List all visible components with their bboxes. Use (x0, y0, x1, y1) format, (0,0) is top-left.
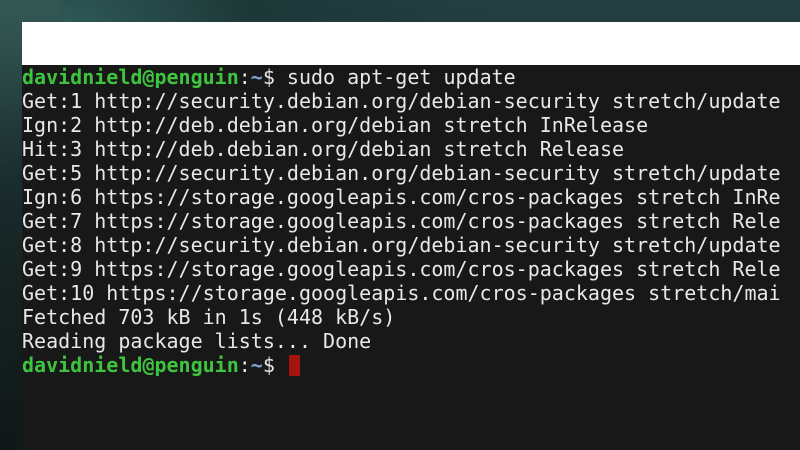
output-line: Get:1 http://security.debian.org/debian-… (22, 89, 781, 113)
output-line: Get:5 http://security.debian.org/debian-… (22, 161, 781, 185)
output-line: Get:9 https://storage.googleapis.com/cro… (22, 257, 781, 281)
prompt-path: ~ (250, 65, 263, 89)
text-cursor[interactable] (288, 355, 300, 376)
prompt-user-host: davidnield@penguin (22, 65, 239, 89)
terminal-window[interactable]: davidnield@penguin:~$ sudo apt-get updat… (22, 22, 800, 450)
output-line: Fetched 703 kB in 1s (448 kB/s) (22, 305, 396, 329)
output-line: Get:8 http://security.debian.org/debian-… (22, 233, 781, 257)
output-line: Ign:6 https://storage.googleapis.com/cro… (22, 185, 781, 209)
prompt-path: ~ (250, 353, 263, 377)
prompt-user-host: davidnield@penguin (22, 353, 239, 377)
prompt-symbol: $ (262, 353, 275, 377)
prompt-separator: : (238, 353, 251, 377)
prompt-symbol: $ (262, 65, 275, 89)
terminal-screen[interactable]: davidnield@penguin:~$ sudo apt-get updat… (22, 65, 800, 450)
prompt-separator: : (238, 65, 251, 89)
output-line: Get:7 https://storage.googleapis.com/cro… (22, 209, 781, 233)
output-line: Get:10 https://storage.googleapis.com/cr… (22, 281, 781, 305)
active-prompt-line[interactable]: davidnield@penguin:~$ (22, 353, 300, 377)
output-line: Reading package lists... Done (22, 329, 372, 353)
command-line: davidnield@penguin:~$ sudo apt-get updat… (22, 65, 516, 89)
terminal-title-bar[interactable] (22, 22, 800, 65)
output-line: Hit:3 http://deb.debian.org/debian stret… (22, 137, 625, 161)
command-text: sudo apt-get update (274, 65, 516, 89)
output-line: Ign:2 http://deb.debian.org/debian stret… (22, 113, 649, 137)
